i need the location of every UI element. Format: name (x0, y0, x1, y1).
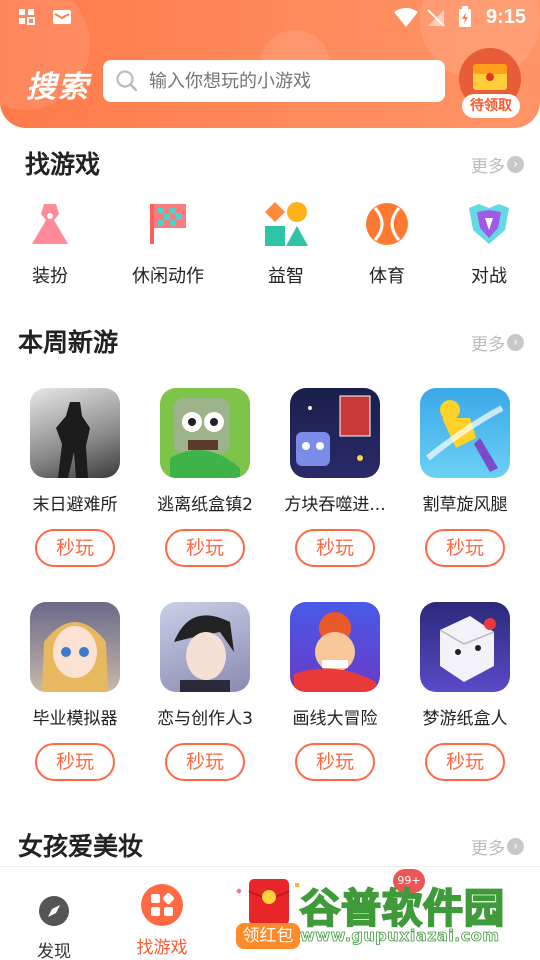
play-button[interactable]: 秒玩 (165, 743, 245, 781)
game-name: 恋与创作人3 (157, 709, 253, 729)
search-box[interactable] (103, 60, 445, 102)
play-button[interactable]: 秒玩 (35, 743, 115, 781)
chevron-right-icon: › (507, 334, 524, 351)
game-card[interactable]: 方块吞噬进... 秒玩 (270, 388, 400, 567)
game-card[interactable]: 割草旋风腿 秒玩 (400, 388, 530, 567)
battery-charging-icon (459, 6, 471, 27)
section-title-new-this-week: 本周新游 (18, 328, 119, 357)
nav-label: 找游戏 (136, 938, 188, 958)
more-label: 更多 (471, 157, 505, 177)
tennis-ball-icon (366, 203, 408, 245)
category-casual-action[interactable]: 休闲动作 (118, 200, 218, 288)
category-label: 装扮 (32, 266, 68, 287)
game-card[interactable]: 梦游纸盒人 秒玩 (400, 602, 530, 781)
nav-label: 领红包 (236, 923, 300, 949)
category-battle[interactable]: 对战 (439, 200, 539, 288)
cartoon-hero-thumbnail-art (294, 612, 376, 692)
more-label: 更多 (471, 335, 505, 355)
game-thumbnail[interactable] (290, 602, 380, 692)
category-sports[interactable]: 体育 (337, 200, 437, 288)
nav-item-discover[interactable]: 发现 (14, 895, 94, 960)
play-button[interactable]: 秒玩 (35, 529, 115, 567)
chevron-right-icon: › (507, 838, 524, 855)
nav-label: 发现 (37, 942, 71, 960)
shapes-icon (265, 202, 308, 246)
more-label: 更多 (471, 839, 505, 859)
game-name: 梦游纸盒人 (422, 709, 508, 729)
game-thumbnail[interactable] (160, 602, 250, 692)
game-name: 方块吞噬进... (284, 495, 386, 515)
game-card[interactable]: 恋与创作人3 秒玩 (140, 602, 270, 781)
game-card[interactable]: 画线大冒险 秒玩 (270, 602, 400, 781)
play-button[interactable]: 秒玩 (295, 743, 375, 781)
section-title-find-games: 找游戏 (25, 150, 101, 179)
game-thumbnail[interactable] (290, 388, 380, 478)
game-thumbnail[interactable] (30, 388, 120, 478)
watermark-url: www.gupuxiazai.com (300, 926, 500, 946)
game-thumbnail[interactable] (30, 602, 120, 692)
play-button[interactable]: 秒玩 (295, 529, 375, 567)
checkered-flag-icon (150, 204, 186, 244)
zombie-head-thumbnail-art (170, 398, 240, 478)
compass-icon (39, 896, 69, 926)
category-puzzle[interactable]: 益智 (236, 200, 336, 288)
chevron-right-icon: › (507, 156, 524, 173)
category-label: 体育 (369, 266, 405, 287)
app-grid-icon (19, 9, 35, 25)
dress-icon (32, 204, 68, 244)
box-man-thumbnail-art (439, 616, 496, 682)
nav-item-find-games[interactable]: 找游戏 (122, 883, 202, 958)
category-label: 益智 (268, 266, 304, 287)
search-title: 搜索 (26, 70, 90, 105)
wifi-icon (394, 8, 418, 27)
status-bar: 9:15 (0, 0, 540, 36)
category-label: 休闲动作 (132, 266, 204, 287)
anime-boy-thumbnail-art (174, 615, 234, 692)
makeup-more-link[interactable]: 更多 › (471, 834, 524, 859)
reward-label[interactable]: 待领取 (462, 94, 520, 118)
game-card[interactable]: 逃离纸盒镇2 秒玩 (140, 388, 270, 567)
category-dress-up[interactable]: 装扮 (0, 200, 100, 288)
mail-icon (53, 10, 71, 24)
game-name: 逃离纸盒镇2 (157, 495, 253, 515)
game-thumbnail[interactable] (420, 388, 510, 478)
shield-icon (469, 204, 509, 244)
category-label: 对战 (471, 266, 507, 287)
play-button[interactable]: 秒玩 (425, 743, 505, 781)
new-games-more-link[interactable]: 更多 › (471, 330, 524, 355)
game-grid-icon (141, 884, 183, 926)
search-input[interactable] (149, 70, 429, 92)
red-envelope-icon (236, 879, 299, 925)
play-button[interactable]: 秒玩 (425, 529, 505, 567)
game-name: 画线大冒险 (292, 709, 378, 729)
section-title-girls-makeup: 女孩爱美妆 (18, 832, 144, 861)
find-games-more-link[interactable]: 更多 › (471, 152, 524, 177)
game-thumbnail[interactable] (160, 388, 250, 478)
clock: 9:15 (485, 6, 526, 28)
play-button[interactable]: 秒玩 (165, 529, 245, 567)
game-thumbnail[interactable] (420, 602, 510, 692)
block-monster-thumbnail-art (296, 395, 371, 466)
zombie-thumbnail-art (56, 402, 90, 478)
search-icon (116, 70, 138, 92)
game-name: 毕业模拟器 (32, 709, 118, 729)
no-signal-icon (427, 9, 445, 27)
header: 9:15 搜索 待领取 (0, 0, 540, 128)
game-name: 末日避难所 (32, 495, 118, 515)
spinning-kick-thumbnail-art (426, 400, 504, 472)
game-card[interactable]: 毕业模拟器 秒玩 (10, 602, 140, 781)
game-card[interactable]: 末日避难所 秒玩 (10, 388, 140, 567)
game-name: 割草旋风腿 (422, 495, 508, 515)
anime-girl-thumbnail-art (42, 622, 108, 692)
